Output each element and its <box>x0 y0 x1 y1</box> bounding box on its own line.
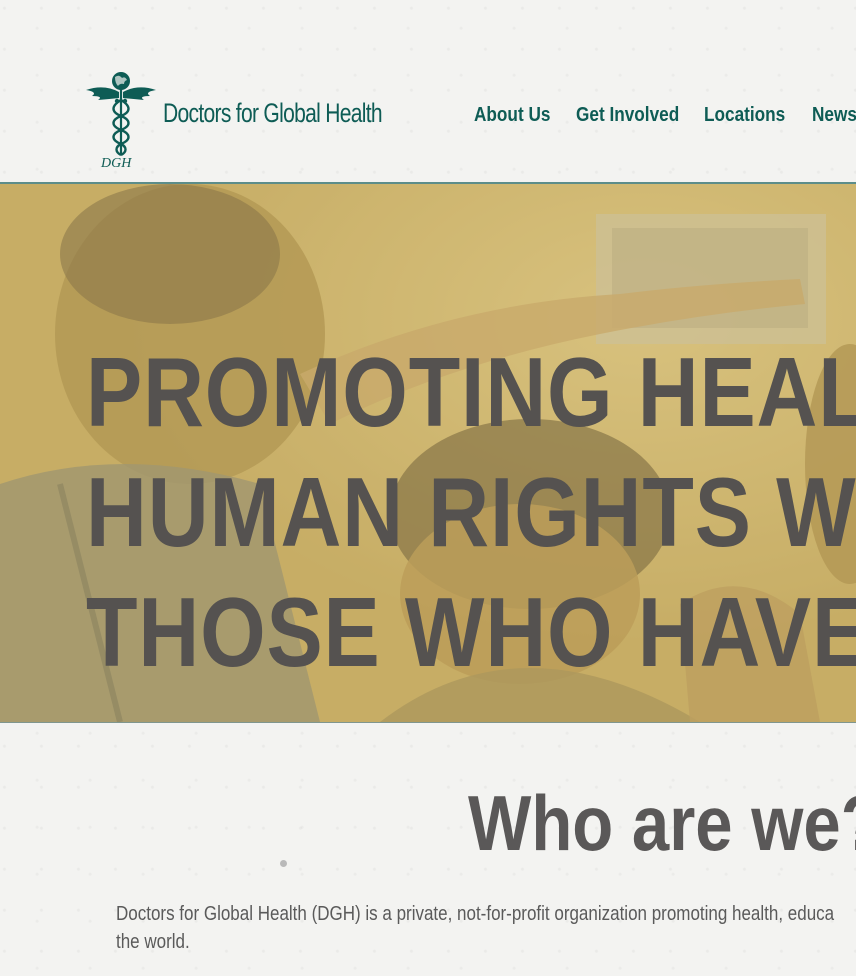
nav-item-locations[interactable]: Locations <box>704 104 785 127</box>
caduceus-globe-logo-icon: DGH <box>86 72 156 170</box>
hero-divider <box>0 722 856 723</box>
hero-banner: PROMOTING HEALTH HUMAN RIGHTS WITH THOSE… <box>0 184 856 722</box>
who-description: Doctors for Global Health (DGH) is a pri… <box>116 903 835 953</box>
hero-headline-line-3: THOSE WHO HAVE N <box>86 577 856 687</box>
decorative-dot <box>280 860 287 867</box>
hero-headline-line-2: HUMAN RIGHTS WITH <box>86 457 856 567</box>
nav-item-get-involved[interactable]: Get Involved <box>576 104 679 127</box>
site-header: DGH Doctors for Global Health About Us G… <box>0 0 856 182</box>
who-title: Who are we? <box>468 779 856 867</box>
logo-initials: DGH <box>100 156 132 170</box>
brand-name[interactable]: Doctors for Global Health <box>163 98 383 129</box>
hero-headline: PROMOTING HEALTH HUMAN RIGHTS WITH THOSE… <box>86 332 856 692</box>
nav-item-news[interactable]: News <box>812 104 856 127</box>
nav-item-about-us[interactable]: About Us <box>474 104 550 127</box>
hero-headline-line-1: PROMOTING HEALTH <box>86 337 856 447</box>
